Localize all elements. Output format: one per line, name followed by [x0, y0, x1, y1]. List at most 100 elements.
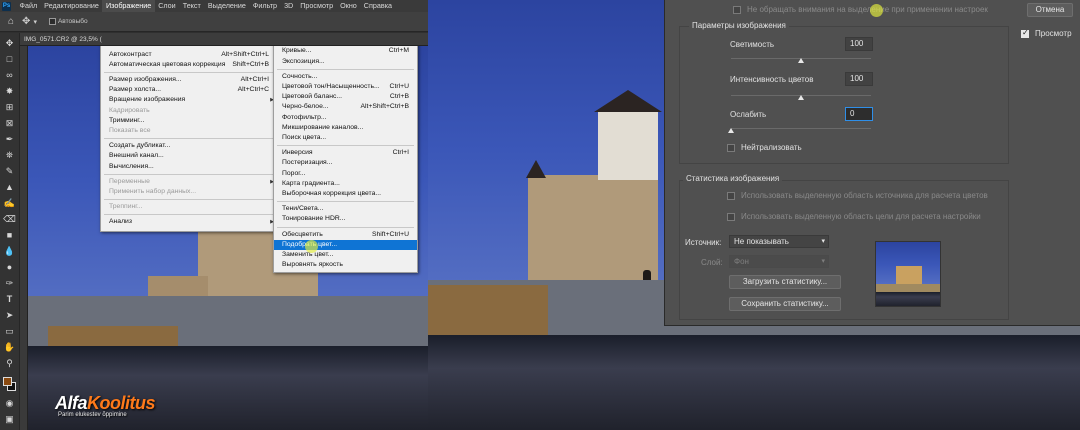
neutralize-checkbox[interactable]	[727, 144, 735, 152]
marquee-tool-icon[interactable]: □	[3, 53, 16, 66]
adj-menu-item[interactable]: Тонирование HDR...	[274, 214, 417, 224]
fade-slider-track[interactable]	[731, 128, 871, 129]
menu-file[interactable]: Файл	[16, 0, 41, 12]
blur-tool-icon[interactable]: 💧	[3, 245, 16, 258]
image-menu-item[interactable]: Размер холста... Alt+Ctrl+C	[101, 85, 277, 95]
fade-label: Ослабить	[730, 110, 767, 119]
adj-menu-item[interactable]: Цветовой тон/Насыщенность... Ctrl+U	[274, 82, 417, 92]
adj-menu-item-shortcut: Alt+Shift+Ctrl+B	[360, 103, 409, 111]
fade-input[interactable]: 0	[845, 107, 873, 121]
brush-tool-icon[interactable]: ✎	[3, 165, 16, 178]
eraser-tool-icon[interactable]: ⌫	[3, 213, 16, 226]
menu-filter[interactable]: Фильтр	[249, 0, 280, 12]
luminance-input[interactable]: 100	[845, 37, 873, 51]
adj-menu-item[interactable]: Инверсия Ctrl+I	[274, 148, 417, 158]
adj-menu-item[interactable]: Заменить цвет...	[274, 250, 417, 260]
options-bar: ⌂ ✥ ▾ Автовыбо	[0, 12, 428, 32]
lasso-tool-icon[interactable]: ∞	[3, 69, 16, 82]
adj-menu-item-label: Поиск цвета...	[282, 134, 327, 141]
save-statistics-button[interactable]: Сохранить статистику...	[729, 297, 841, 311]
intensity-label: Интенсивность цветов	[730, 75, 814, 84]
dodge-tool-icon[interactable]: ●	[3, 261, 16, 274]
menu-type[interactable]: Текст	[179, 0, 204, 12]
adj-menu-item[interactable]: Поиск цвета...	[274, 133, 417, 143]
adj-menu-item[interactable]: Обесцветить Shift+Ctrl+U	[274, 230, 417, 240]
foreground-color-swatch[interactable]	[3, 377, 12, 386]
adj-menu-item[interactable]: Фотофильтр...	[274, 113, 417, 123]
pen-tool-icon[interactable]: ✑	[3, 277, 16, 290]
image-menu-item-label: Автоконтраст	[109, 50, 152, 58]
adj-menu-item-shortcut: Shift+Ctrl+U	[371, 230, 409, 238]
menu-window[interactable]: Окно	[337, 0, 361, 12]
cancel-button[interactable]: Отмена	[1027, 3, 1073, 17]
source-select[interactable]: Не показывать	[729, 235, 829, 248]
gradient-tool-icon[interactable]: ■	[3, 229, 16, 242]
history-brush-tool-icon[interactable]: ✍	[3, 197, 16, 210]
chevron-down-icon[interactable]: ▾	[33, 18, 37, 26]
menu-edit[interactable]: Редактирование	[41, 0, 103, 12]
adj-menu-item-label: Сочность...	[282, 72, 318, 80]
menu-view[interactable]: Просмотр	[297, 0, 337, 12]
clone-stamp-tool-icon[interactable]: ▲	[3, 181, 16, 194]
document-canvas[interactable]: РежимКоррекцияАвтотонShift+Ctrl+LАвтокон…	[28, 46, 428, 430]
adj-menu-item[interactable]: Порог...	[274, 169, 417, 179]
preview-checkbox[interactable]	[1021, 28, 1029, 38]
menu-select[interactable]: Выделение	[204, 0, 249, 12]
adj-menu-item[interactable]: Постеризация...	[274, 158, 417, 168]
fade-slider-thumb[interactable]	[728, 128, 734, 133]
type-tool-icon[interactable]: T	[3, 293, 16, 306]
intensity-input[interactable]: 100	[845, 72, 873, 86]
ignore-selection-checkbox[interactable]	[733, 6, 741, 14]
adj-menu-item[interactable]: Выборочная коррекция цвета...	[274, 189, 417, 199]
hand-tool-icon[interactable]: ✋	[3, 341, 16, 354]
move-tool-icon[interactable]: ✥	[22, 16, 30, 27]
eyedropper-tool-icon[interactable]: ✒	[3, 133, 16, 146]
menu-image[interactable]: Изображение	[102, 0, 155, 12]
quick-mask-icon[interactable]: ◉	[3, 397, 16, 410]
move-tool-icon[interactable]: ✥	[3, 37, 16, 50]
rectangle-tool-icon[interactable]: ▭	[3, 325, 16, 338]
adj-menu-item[interactable]: Подобрать цвет...	[274, 239, 417, 250]
frame-tool-icon[interactable]: ⊠	[3, 117, 16, 130]
zoom-tool-icon[interactable]: ⚲	[3, 357, 16, 370]
image-menu-item[interactable]: Тримминг...	[101, 116, 277, 126]
home-icon[interactable]: ⌂	[8, 16, 14, 27]
image-menu-item[interactable]: Вычисления...	[101, 162, 277, 172]
adj-menu-item[interactable]: Тени/Света...	[274, 204, 417, 214]
adj-menu-item[interactable]: Выровнять яркость	[274, 260, 417, 270]
layer-select[interactable]: Фон	[729, 255, 829, 268]
path-select-tool-icon[interactable]: ➤	[3, 309, 16, 322]
use-source-selection-checkbox[interactable]	[727, 192, 735, 200]
healing-brush-tool-icon[interactable]: ⛯	[3, 149, 16, 162]
menu-separator	[277, 201, 414, 203]
image-menu-item[interactable]: Создать дубликат...	[101, 141, 277, 151]
image-menu-item[interactable]: Анализ	[101, 217, 277, 227]
document-tab[interactable]: IMG_0571.CR2 @ 23,5% (	[20, 33, 428, 46]
crop-tool-icon[interactable]: ⊞	[3, 101, 16, 114]
adj-menu-item[interactable]: Карта градиента...	[274, 179, 417, 189]
adj-menu-item-shortcut: Ctrl+U	[389, 83, 409, 90]
image-menu-item[interactable]: Внешний канал...	[101, 151, 277, 161]
menu-3d[interactable]: 3D	[281, 0, 297, 12]
adj-menu-item[interactable]: Микширование каналов...	[274, 123, 417, 133]
menu-help[interactable]: Справка	[360, 0, 395, 12]
adj-menu-item[interactable]: Цветовой баланс... Ctrl+B	[274, 92, 417, 102]
auto-select-checkbox[interactable]	[48, 18, 56, 25]
image-menu-item[interactable]: Вращение изображения	[101, 95, 277, 105]
image-menu-item[interactable]: Автоматическая цветовая коррекция Shift+C…	[101, 60, 277, 70]
adj-menu-item[interactable]: Сочность...	[274, 72, 417, 82]
image-menu-item[interactable]: Размер изображения... Alt+Ctrl+I	[101, 75, 277, 85]
quick-select-tool-icon[interactable]: ✸	[3, 85, 16, 98]
image-menu-item[interactable]: Автоконтраст Alt+Shift+Ctrl+L	[101, 50, 277, 60]
adj-menu-item[interactable]: Черно-белое... Alt+Shift+Ctrl+B	[274, 102, 417, 112]
adj-menu-item[interactable]: Кривые... Ctrl+M	[274, 46, 417, 56]
adj-menu-item-label: Обесцветить	[282, 230, 323, 238]
menu-layers[interactable]: Слои	[155, 0, 179, 12]
cursor-highlight	[870, 4, 883, 17]
intensity-slider-thumb[interactable]	[798, 95, 804, 100]
load-statistics-button[interactable]: Загрузить статистику...	[729, 275, 841, 289]
use-target-selection-checkbox[interactable]	[727, 213, 735, 221]
screen-mode-icon[interactable]: ▣	[3, 413, 16, 426]
adj-menu-item[interactable]: Экспозиция...	[274, 57, 417, 67]
luminance-slider-thumb[interactable]	[798, 58, 804, 63]
